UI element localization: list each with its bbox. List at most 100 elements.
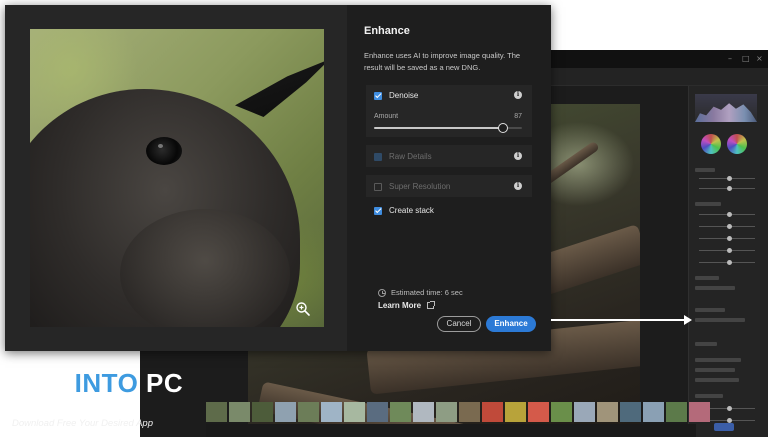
raw-details-option: Raw Details [374,152,432,161]
film-thumbnail[interactable] [229,402,250,422]
panel-label [695,308,725,312]
film-thumbnail[interactable] [620,402,641,422]
super-resolution-card: Super Resolution i [366,175,532,197]
amount-label: Amount [374,113,399,120]
color-wheel-icon[interactable] [727,134,747,154]
app-panel-button[interactable] [714,423,734,431]
create-stack-checkbox[interactable] [374,206,382,215]
enhance-button[interactable]: Enhance [486,316,536,332]
film-thumbnail[interactable] [666,402,687,422]
film-thumbnail[interactable] [367,402,388,422]
dialog-title: Enhance [364,25,410,37]
super-resolution-checkbox [374,182,382,191]
enhance-options-panel: Enhance Enhance uses AI to improve image… [347,5,551,351]
estimated-time: Estimated time: 6 sec [378,288,463,297]
watermark-title: GET INTO PC [12,368,183,399]
film-thumbnail[interactable] [252,402,273,422]
filmstrip [206,402,710,422]
amount-slider[interactable] [374,123,522,133]
info-icon[interactable]: i [514,152,522,160]
screenshot-stage: { "dialog": { "title": "Enhance", "descr… [0,0,768,437]
app-status-bar [206,424,696,437]
watermark-title-get: GET [12,368,75,398]
film-thumbnail[interactable] [275,402,296,422]
panel-label [695,276,719,280]
film-thumbnail[interactable] [482,402,503,422]
panel-slider[interactable] [699,260,755,265]
film-thumbnail[interactable] [689,402,710,422]
minimize-icon[interactable]: – [728,55,736,63]
raw-details-label: Raw Details [389,152,432,161]
amount-slider-thumb[interactable] [497,123,508,133]
panel-slider[interactable] [699,212,755,217]
enhance-dialog: Enhance Enhance uses AI to improve image… [5,5,551,351]
film-thumbnail[interactable] [344,402,365,422]
denoise-option[interactable]: Denoise [374,91,418,100]
dialog-description: Enhance uses AI to improve image quality… [364,51,521,72]
film-thumbnail[interactable] [206,402,227,422]
amount-value: 87 [514,113,522,120]
film-thumbnail[interactable] [436,402,457,422]
denoise-card: Denoise i Amount 87 [366,85,532,137]
film-thumbnail[interactable] [413,402,434,422]
learn-more-link[interactable]: Learn More [378,301,436,310]
estimated-time-text: Estimated time: 6 sec [391,288,463,297]
watermark-title-pc: PC [138,368,184,398]
preview-area [5,5,347,351]
app-edit-panel [688,86,768,437]
film-thumbnail[interactable] [390,402,411,422]
denoise-checkbox[interactable] [374,91,382,100]
annotation-arrow-line [551,319,686,321]
panel-label [695,168,715,172]
film-thumbnail[interactable] [321,402,342,422]
clock-icon [378,288,386,297]
panel-label [695,202,721,206]
panel-slider[interactable] [699,236,755,241]
info-icon[interactable]: i [514,91,522,99]
denoise-label: Denoise [389,91,419,100]
watermark: GET INTO PC Download Free Your Desired A… [0,358,205,437]
panel-slider[interactable] [699,186,755,191]
close-icon[interactable]: × [756,55,764,63]
panel-label [695,318,745,322]
info-icon[interactable]: i [514,182,522,190]
learn-more-label: Learn More [378,301,422,310]
film-thumbnail[interactable] [551,402,572,422]
film-thumbnail[interactable] [298,402,319,422]
image-preview[interactable] [30,29,324,327]
amount-slider-fill [374,127,503,129]
create-stack-option[interactable]: Create stack [374,206,434,215]
histogram [695,94,757,122]
panel-label [695,358,741,362]
maximize-icon[interactable]: □ [742,55,750,63]
panel-slider[interactable] [699,224,755,229]
bird-eye-shape [146,137,182,165]
panel-label [695,342,717,346]
film-thumbnail[interactable] [528,402,549,422]
film-thumbnail[interactable] [643,402,664,422]
panel-label [695,286,735,290]
panel-slider[interactable] [699,176,755,181]
create-stack-label: Create stack [389,206,434,215]
film-thumbnail[interactable] [597,402,618,422]
bird-throat-shape [120,209,290,327]
panel-slider[interactable] [699,248,755,253]
cancel-button[interactable]: Cancel [437,316,481,332]
external-link-icon [427,301,436,309]
watermark-title-into: INTO [74,368,139,398]
film-thumbnail[interactable] [459,402,480,422]
panel-label [695,378,739,382]
annotation-arrow-head [684,315,692,325]
film-thumbnail[interactable] [574,402,595,422]
zoom-in-icon[interactable] [295,301,311,317]
color-wheel-icon[interactable] [701,134,721,154]
panel-label [695,394,723,398]
bird-eye-glint [158,144,163,148]
super-resolution-option: Super Resolution [374,182,450,191]
bird-beak-shape [235,59,324,117]
raw-details-checkbox [374,152,382,161]
watermark-subtitle: Download Free Your Desired App [12,418,153,429]
panel-label [695,368,735,372]
film-thumbnail[interactable] [505,402,526,422]
super-resolution-label: Super Resolution [389,182,451,191]
